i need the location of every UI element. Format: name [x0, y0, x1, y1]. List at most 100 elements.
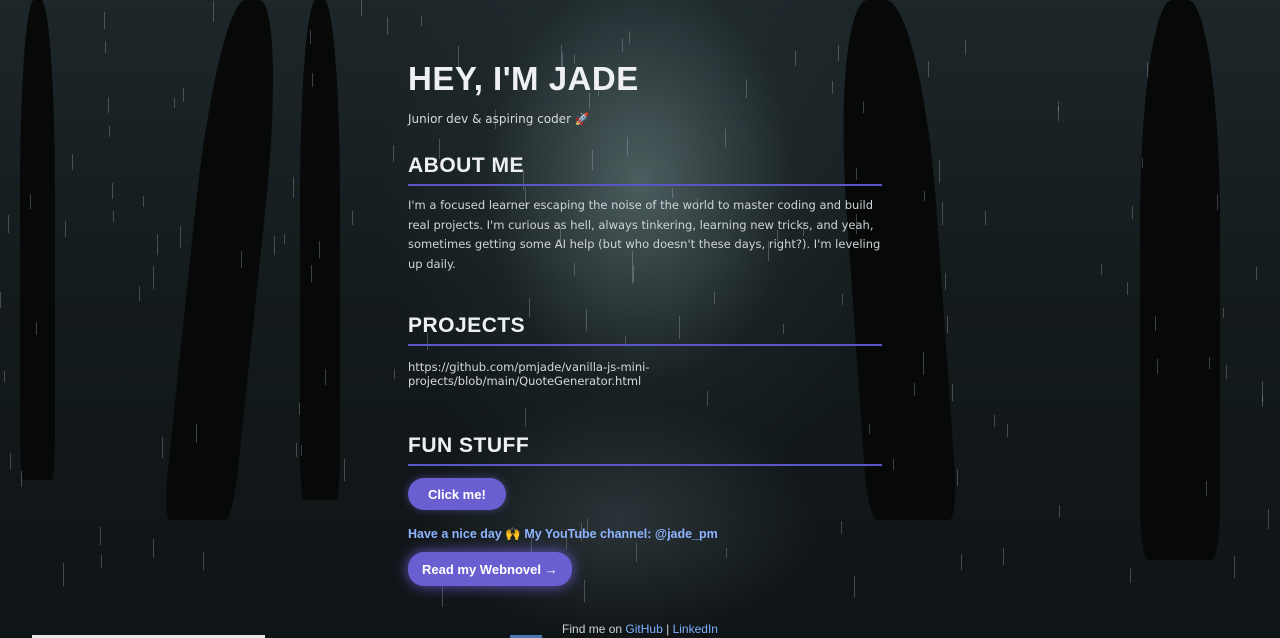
rain-drop [923, 352, 924, 375]
rain-drop [63, 563, 64, 586]
rain-drop [109, 126, 110, 137]
rain-drop [947, 316, 948, 333]
rain-drop [104, 12, 105, 29]
rain-drop [325, 369, 326, 385]
rain-drop [344, 459, 345, 481]
rain-drop [421, 16, 422, 26]
rain-drop [352, 211, 353, 225]
rain-drop [319, 241, 320, 258]
rain-drop [838, 45, 839, 61]
rain-drop [100, 527, 101, 545]
rain-drop [183, 88, 184, 102]
webnovel-button[interactable]: Read my Webnovel → [408, 552, 572, 586]
rain-drop [1209, 357, 1210, 369]
rain-drop [361, 0, 362, 16]
rain-drop [113, 211, 114, 222]
rain-drop [213, 1, 214, 22]
footer-prefix: Find me on [562, 622, 623, 636]
rain-drop [1058, 107, 1059, 121]
rain-drop [153, 539, 154, 558]
rain-drop [928, 61, 929, 77]
rain-drop [310, 30, 311, 44]
rain-drop [957, 469, 958, 486]
rain-drop [1059, 505, 1060, 517]
rain-drop [157, 234, 158, 255]
rain-drop [961, 554, 962, 570]
rain-drop [1003, 548, 1004, 565]
rain-drop [108, 97, 109, 113]
rain-drop [1007, 424, 1008, 437]
rain-drop [893, 459, 894, 470]
rain-drop [4, 371, 5, 382]
project-link[interactable]: https://github.com/pmjade/vanilla-js-min… [408, 360, 882, 388]
footer-separator: | [666, 622, 670, 636]
rain-drop [1217, 194, 1218, 210]
rain-drop [143, 196, 144, 207]
rain-drop [21, 471, 22, 487]
rain-drop [72, 154, 73, 170]
rain-drop [241, 251, 242, 268]
tree-trunk [1140, 0, 1220, 560]
rain-drop [10, 453, 11, 469]
rain-drop [985, 211, 986, 225]
github-link[interactable]: GitHub [625, 622, 662, 636]
rain-drop [293, 177, 294, 198]
rain-drop [1256, 267, 1257, 280]
rain-drop [153, 266, 154, 289]
rain-drop [1127, 282, 1128, 295]
rain-drop [952, 384, 953, 401]
tree-trunk [300, 0, 340, 500]
click-me-button[interactable]: Click me! [408, 478, 506, 510]
rain-drop [387, 17, 388, 35]
rain-drop [105, 41, 106, 53]
rain-drop [1268, 509, 1269, 529]
rain-drop [622, 38, 623, 52]
rain-drop [36, 322, 37, 335]
rain-drop [196, 424, 197, 443]
rain-drop [1206, 481, 1207, 496]
rain-drop [1101, 264, 1102, 275]
rain-drop [301, 445, 302, 456]
rain-drop [1262, 395, 1263, 407]
rain-drop [1234, 556, 1235, 578]
page-title: HEY, I'M JADE [408, 60, 639, 97]
rain-drop [942, 202, 943, 225]
rain-drop [1132, 206, 1133, 219]
rain-drop [1130, 568, 1131, 583]
rain-drop [924, 191, 925, 201]
footer: Find me on GitHub | LinkedIn [0, 622, 1280, 636]
rain-drop [180, 226, 181, 248]
rain-drop [1157, 359, 1158, 374]
rain-drop [945, 273, 946, 290]
rain-drop [65, 221, 66, 237]
rain-drop [112, 183, 113, 199]
rain-drop [162, 437, 163, 458]
rain-drop [965, 40, 966, 55]
rain-drop [442, 586, 443, 607]
rain-drop [939, 160, 940, 183]
rain-drop [1142, 158, 1143, 168]
rain-drop [1223, 308, 1224, 318]
fun-stuff-heading: FUN STUFF [408, 434, 882, 466]
rain-drop [311, 265, 312, 282]
rain-drop [284, 234, 285, 244]
rain-drop [629, 31, 630, 44]
linkedin-link[interactable]: LinkedIn [673, 622, 718, 636]
rain-drop [30, 194, 31, 209]
main-content: HEY, I'M JADE Junior dev & aspiring code… [408, 60, 882, 586]
rain-drop [274, 236, 275, 255]
projects-heading: PROJECTS [408, 314, 882, 346]
rain-drop [394, 369, 395, 379]
rain-drop [312, 73, 313, 87]
about-text: I'm a focused learner escaping the noise… [408, 198, 881, 271]
rain-drop [1155, 316, 1156, 331]
rain-drop [1226, 365, 1227, 379]
about-heading: ABOUT ME [408, 154, 882, 186]
rain-drop [914, 383, 915, 396]
tagline: Junior dev & aspiring coder 🚀 [408, 112, 590, 126]
fun-message: Have a nice day 🙌 My YouTube channel: @j… [408, 527, 718, 541]
rain-drop [296, 443, 297, 457]
rain-drop [1147, 62, 1148, 77]
rain-drop [994, 415, 995, 427]
rain-drop [139, 286, 140, 301]
